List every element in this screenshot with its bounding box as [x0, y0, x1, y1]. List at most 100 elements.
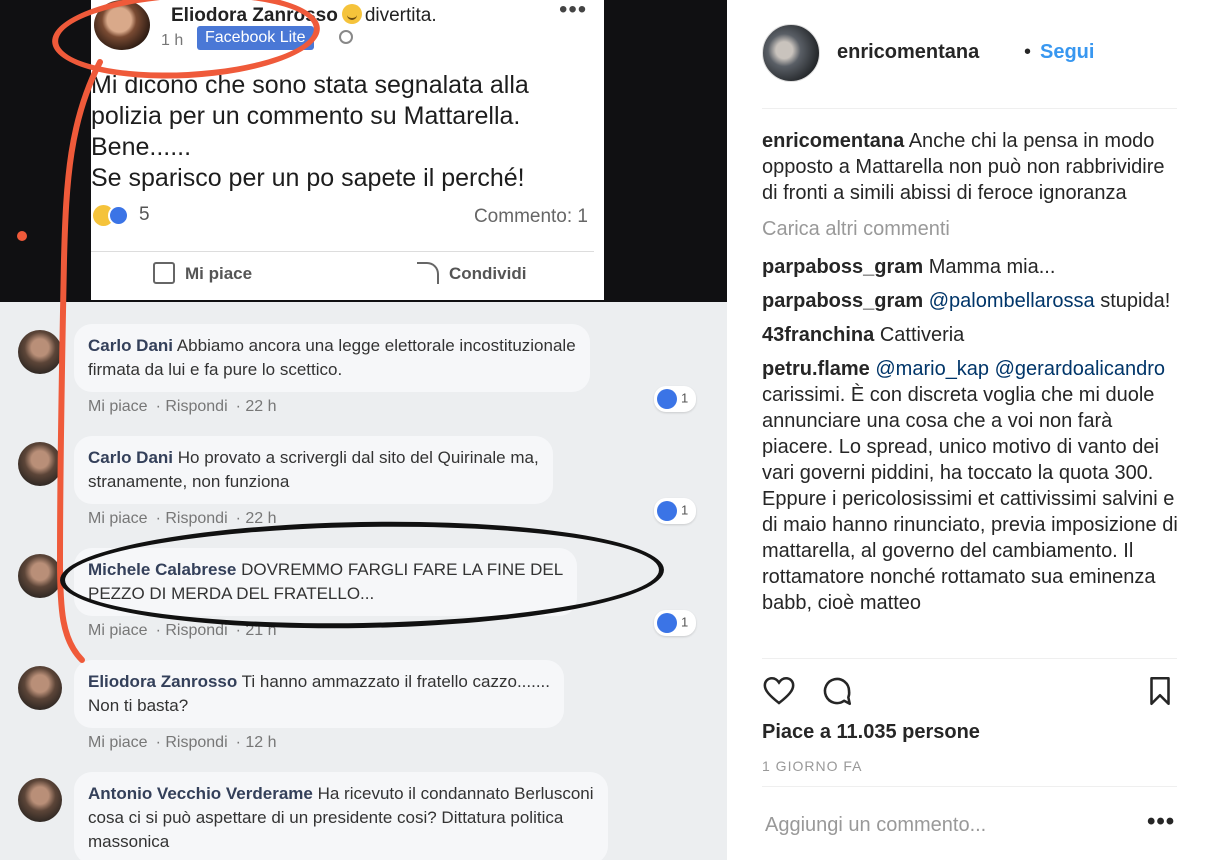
comment-like-link[interactable]: Mi piace: [88, 510, 148, 527]
facebook-screenshot-image: Eliodora Zanrosso divertita. 1 h Facebook…: [0, 0, 727, 860]
comment-text: Ti hanno ammazzato il fratello cazzo....…: [241, 672, 551, 691]
comment-username[interactable]: petru.flame: [762, 358, 870, 380]
comment-text: Ha ricevuto il condannato Berlusconi: [317, 784, 594, 803]
comment-reaction-count: 1: [681, 390, 689, 406]
comment-text: Cattiveria: [879, 324, 965, 346]
post-divider: [91, 251, 594, 252]
commenter-avatar: [18, 554, 62, 598]
post-actions: [762, 672, 1177, 712]
comment-actions: Mi piace · Rispondi · 22 h: [88, 398, 277, 415]
likes-count[interactable]: Piace a 11.035 persone: [762, 721, 980, 744]
comment-bubble: Carlo Dani Abbiamo ancora una legge elet…: [74, 324, 590, 392]
comment-reactions[interactable]: 1: [654, 610, 697, 636]
load-more-comments-button[interactable]: Carica altri commenti: [762, 216, 1182, 242]
post-text: Mi dicono che sono stata segnalata alla …: [91, 70, 591, 194]
post-feeling: divertita.: [364, 5, 437, 26]
share-button[interactable]: Condividi: [417, 262, 526, 284]
comment-bubble: Eliodora Zanrosso Ti hanno ammazzato il …: [74, 660, 565, 728]
comment-text: Mamma mia...: [928, 256, 1056, 278]
instagram-header: enricomentana • Segui: [762, 24, 1177, 108]
comment-text: Non ti basta?: [88, 696, 189, 715]
comment-reply-link[interactable]: Rispondi: [165, 398, 227, 415]
like-reaction-icon: [108, 204, 129, 226]
divider: [762, 658, 1177, 659]
post-date: 1 GIORNO FA: [762, 758, 863, 774]
comment-reaction-count: 1: [681, 614, 689, 630]
comment-text: firmata da lui e fa pure lo scettico.: [88, 360, 343, 379]
comment-reactions[interactable]: 1: [654, 386, 697, 412]
comment-reply-link[interactable]: Rispondi: [165, 734, 227, 751]
like-reaction-icon: [657, 501, 677, 521]
comment-item: parpaboss_gram Mamma mia...: [762, 254, 1182, 280]
comment-mention[interactable]: @mario_kap @gerardoalicandro: [875, 358, 1165, 380]
commenter-name[interactable]: Carlo Dani: [88, 336, 173, 355]
globe-icon: [339, 30, 353, 44]
like-button[interactable]: Mi piace: [153, 262, 252, 284]
comment-text: Ho provato a scrivergli dal sito del Qui…: [177, 448, 539, 467]
comment-username[interactable]: parpaboss_gram: [762, 256, 923, 278]
comment-username[interactable]: parpaboss_gram: [762, 290, 923, 312]
comment-text: carissimi. È con discreta voglia che mi …: [762, 384, 1178, 614]
share-label: Condividi: [449, 264, 527, 283]
comment-item: 43franchina Cattiveria: [762, 322, 1182, 348]
post-reactions[interactable]: 5: [93, 204, 150, 226]
commenter-avatar: [18, 442, 62, 486]
comment-actions: Mi piace · Rispondi · 12 h: [88, 734, 277, 751]
comment-item: parpaboss_gram @palombellarossa stupida!: [762, 288, 1182, 314]
instagram-panel: enricomentana • Segui enricomentana Anch…: [727, 0, 1210, 860]
heart-icon[interactable]: [762, 674, 796, 708]
comment-text: stranamente, non funziona: [88, 472, 290, 491]
commenter-avatar: [18, 778, 62, 822]
smile-emoji-icon: [341, 4, 362, 24]
comment-reply-link[interactable]: Rispondi: [165, 510, 227, 527]
bookmark-icon[interactable]: [1143, 674, 1177, 708]
commenter-name[interactable]: Eliodora Zanrosso: [88, 672, 237, 691]
profile-username[interactable]: enricomentana: [837, 41, 979, 64]
thumbs-up-icon: [153, 262, 175, 284]
separator-dot: •: [1024, 41, 1032, 63]
like-reaction-icon: [657, 389, 677, 409]
commenter-name[interactable]: Antonio Vecchio Verderame: [88, 784, 313, 803]
more-options-button[interactable]: •••: [1147, 808, 1175, 836]
comment-mention[interactable]: @palombellarossa: [929, 290, 1095, 312]
comment-input[interactable]: Aggiungi un commento...: [765, 814, 986, 837]
share-icon: [417, 262, 439, 284]
comment-bubble: Carlo Dani Ho provato a scrivergli dal s…: [74, 436, 553, 504]
commenter-avatar: [18, 330, 62, 374]
commenter-avatar: [18, 666, 62, 710]
follow-button[interactable]: Segui: [1040, 41, 1094, 64]
caption-username[interactable]: enricomentana: [762, 130, 904, 152]
comment-icon[interactable]: [820, 674, 854, 708]
commenter-name[interactable]: Carlo Dani: [88, 448, 173, 467]
divider: [762, 108, 1177, 109]
comment-reply-link[interactable]: Rispondi: [165, 622, 227, 639]
comment-reaction-count: 1: [681, 502, 689, 518]
instagram-comments: enricomentana Anche chi la pensa in modo…: [762, 128, 1182, 658]
comment-item: Carlo Dani Abbiamo ancora una legge elet…: [0, 312, 727, 424]
reactions-count: 5: [139, 204, 150, 225]
comment-reactions[interactable]: 1: [654, 498, 697, 524]
comment-username[interactable]: 43franchina: [762, 324, 874, 346]
comment-text: stupida!: [1100, 290, 1171, 312]
comment-time: 12 h: [245, 734, 277, 751]
comment-bubble: Antonio Vecchio Verderame Ha ricevuto il…: [74, 772, 608, 860]
comment-item: Eliodora Zanrosso Ti hanno ammazzato il …: [0, 648, 727, 760]
post-text-line: polizia per un commento su Mattarella.: [91, 102, 521, 130]
comment-item: Antonio Vecchio Verderame Ha ricevuto il…: [0, 760, 727, 860]
caption: enricomentana Anche chi la pensa in modo…: [762, 128, 1182, 206]
like-label: Mi piace: [185, 264, 253, 283]
avatar[interactable]: [762, 24, 820, 82]
post-more-button[interactable]: •••: [559, 0, 587, 24]
comment-time: 22 h: [245, 510, 277, 527]
like-reaction-icon: [657, 613, 677, 633]
post-text-line: Se sparisco per un po sapete il perché!: [91, 164, 525, 192]
comment-actions: Mi piace · Rispondi · 22 h: [88, 510, 277, 527]
comment-text: Abbiamo ancora una legge elettorale inco…: [176, 336, 576, 355]
comment-like-link[interactable]: Mi piace: [88, 398, 148, 415]
comment-like-link[interactable]: Mi piace: [88, 622, 148, 639]
comments-count[interactable]: Commento: 1: [474, 206, 588, 228]
comment-time: 22 h: [245, 398, 277, 415]
comment-like-link[interactable]: Mi piace: [88, 734, 148, 751]
post-text-line: Bene......: [91, 133, 192, 161]
divider: [762, 786, 1177, 787]
